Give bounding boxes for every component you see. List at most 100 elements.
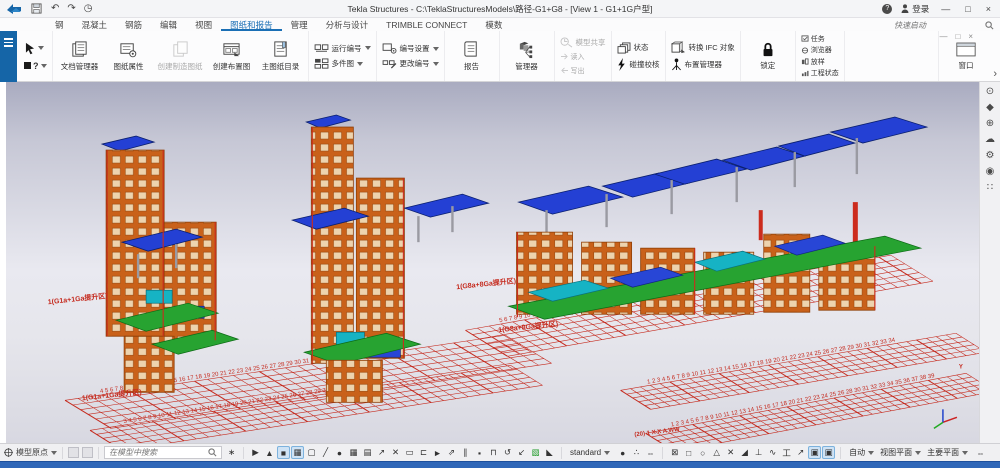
plane-dropdown[interactable]: 视图平面 <box>877 447 924 458</box>
minimize-button[interactable]: — <box>938 4 953 14</box>
ribbon-tab[interactable]: 视图 <box>186 18 221 31</box>
child-close-button[interactable]: × <box>968 32 973 41</box>
world-icon[interactable]: ⊕ <box>986 119 994 129</box>
search-options-button[interactable]: ∗ <box>225 446 238 459</box>
flag-tool[interactable]: ► <box>431 446 444 459</box>
undo-icon[interactable]: ↶ <box>51 4 59 14</box>
snap-reference[interactable]: ▣ <box>822 446 835 459</box>
perform-numbering-button[interactable]: 运行编号 <box>314 43 371 54</box>
cloud-icon[interactable]: ☁ <box>985 135 995 145</box>
close-button[interactable]: × <box>983 4 994 14</box>
restore-button[interactable]: □ <box>962 4 973 14</box>
clash-check-button[interactable]: 碰撞校核 <box>617 58 660 71</box>
status-button[interactable]: 状态 <box>617 42 660 54</box>
snap-endpoint[interactable]: □ <box>682 446 695 459</box>
line-tool[interactable]: ╱ <box>319 446 332 459</box>
surface-tool[interactable]: ⊏ <box>417 446 430 459</box>
multi-drawing-button[interactable]: 多件图 <box>314 58 371 70</box>
visibility-icon[interactable]: ◉ <box>986 167 995 177</box>
snap-orthogonal[interactable]: ⊥ <box>752 446 765 459</box>
ribbon-expand-button[interactable]: › <box>993 69 997 80</box>
plane-tool[interactable]: ▤ <box>361 446 374 459</box>
select-filter-switch[interactable]: ■ <box>277 446 290 459</box>
part-select-tool[interactable]: ▭ <box>403 446 416 459</box>
rotate-tool[interactable]: ↺ <box>501 446 514 459</box>
rebar-tool[interactable]: ▧ <box>529 446 542 459</box>
quick-launch-input[interactable] <box>894 21 982 30</box>
coordinate-toggle-1[interactable] <box>68 447 79 458</box>
model-origin-dropdown[interactable]: 模型原点 <box>4 447 57 458</box>
plane-dropdown[interactable]: 自动 <box>846 447 877 458</box>
parallel-tool[interactable]: ∥ <box>459 446 472 459</box>
snap-edge[interactable]: 工 <box>780 446 793 459</box>
project-status-button[interactable]: 工程状态 <box>801 68 839 78</box>
login-button[interactable]: 登录 <box>901 3 929 15</box>
redo-icon[interactable]: ↷ <box>67 4 75 14</box>
coordinate-toggle-2[interactable] <box>82 447 93 458</box>
snap-extension[interactable]: ↗ <box>794 446 807 459</box>
model-search-input[interactable] <box>109 448 205 457</box>
settings-icon[interactable]: ⚙ <box>986 151 995 161</box>
snap-points[interactable]: ⊠ <box>668 446 681 459</box>
browser-button[interactable]: 浏览器 <box>801 45 839 55</box>
history-icon[interactable]: ◷ <box>84 4 93 14</box>
save-icon[interactable] <box>31 3 42 14</box>
profile-dropdown[interactable]: standard <box>567 448 613 457</box>
file-menu-button[interactable] <box>0 31 17 82</box>
quick-launch[interactable] <box>894 19 994 31</box>
select-grid-switch[interactable]: ▦ <box>291 446 304 459</box>
drawing-properties-button[interactable]: 图纸属性 <box>107 39 151 73</box>
swap-plane-button[interactable]: ⇔ <box>974 446 987 459</box>
convert-ifc-button[interactable]: 转换 IFC 对象 <box>671 41 735 54</box>
master-drawing-catalog-button[interactable]: 主图纸目录 <box>259 39 303 73</box>
snap-midpoint[interactable]: △ <box>710 446 723 459</box>
mesh-tool[interactable]: ▦ <box>347 446 360 459</box>
apps-icon[interactable]: ∷ <box>987 183 993 193</box>
pan-tool[interactable]: ↙ <box>515 446 528 459</box>
point-snap-icon[interactable]: ● <box>616 446 629 459</box>
create-ga-drawing-button[interactable]: 创建布置图 <box>210 39 254 73</box>
manager-button[interactable]: 管理器 <box>505 39 549 73</box>
selection-help-button[interactable]: ? <box>24 61 47 71</box>
weld-tool[interactable]: ⊓ <box>487 446 500 459</box>
plane-dropdown[interactable]: 主要平面 <box>924 447 971 458</box>
pointer-tool-button[interactable] <box>24 42 47 55</box>
ribbon-tab[interactable]: TRIMBLE CONNECT <box>377 18 476 31</box>
corner-tool[interactable]: ◣ <box>543 446 556 459</box>
tasks-button[interactable]: 任务 <box>801 34 839 44</box>
ribbon-tab[interactable]: 分析与设计 <box>317 18 378 31</box>
select-switch[interactable]: ▶ <box>249 446 262 459</box>
jump-tool[interactable]: ⇗ <box>445 446 458 459</box>
select-component-switch[interactable]: ▲ <box>263 446 276 459</box>
structure-left-cluster[interactable] <box>102 136 238 392</box>
ribbon-tab[interactable]: 钢筋 <box>116 18 151 31</box>
window-button[interactable]: 窗口 <box>944 40 988 72</box>
help-icon[interactable]: ? <box>882 4 892 14</box>
point-tool[interactable]: ● <box>333 446 346 459</box>
move-tool[interactable]: ↗ <box>375 446 388 459</box>
ribbon-tab[interactable]: 钢 <box>46 18 73 31</box>
snap-perpendicular[interactable]: ◢ <box>738 446 751 459</box>
ribbon-tab[interactable]: 模数 <box>476 18 511 31</box>
reports-button[interactable]: 报告 <box>450 39 494 73</box>
swap-icon[interactable]: ⇔ <box>644 446 657 459</box>
solid-tool[interactable]: ▪ <box>473 446 486 459</box>
change-numbering-button[interactable]: 更改编号 <box>382 58 439 69</box>
cut-tool[interactable]: ✕ <box>389 446 402 459</box>
snap-center[interactable]: ○ <box>696 446 709 459</box>
snap-tangent[interactable]: ∿ <box>766 446 779 459</box>
select-area-switch[interactable]: ▢ <box>305 446 318 459</box>
trimble-connect-icon[interactable]: ◆ <box>986 103 994 113</box>
child-restore-button[interactable]: □ <box>955 32 960 41</box>
ribbon-tab[interactable]: 编辑 <box>151 18 186 31</box>
layout-manager-button[interactable]: 布置管理器 <box>671 58 735 71</box>
child-minimize-button[interactable]: — <box>939 32 947 41</box>
snap-grid[interactable]: ▣ <box>808 446 821 459</box>
ribbon-tab[interactable]: 混凝土 <box>73 18 117 31</box>
ribbon-tab[interactable]: 管理 <box>282 18 317 31</box>
numbering-settings-button[interactable]: 编号设置 <box>382 43 439 54</box>
model-search[interactable] <box>104 446 222 459</box>
snapshot-icon[interactable]: ⊙ <box>986 87 994 97</box>
model-viewport[interactable]: 4 5 6 7 8 9 10 11 12 13 14 15 16 17 18 1… <box>6 82 979 443</box>
ribbon-tab[interactable]: 图纸和报告 <box>221 18 282 31</box>
